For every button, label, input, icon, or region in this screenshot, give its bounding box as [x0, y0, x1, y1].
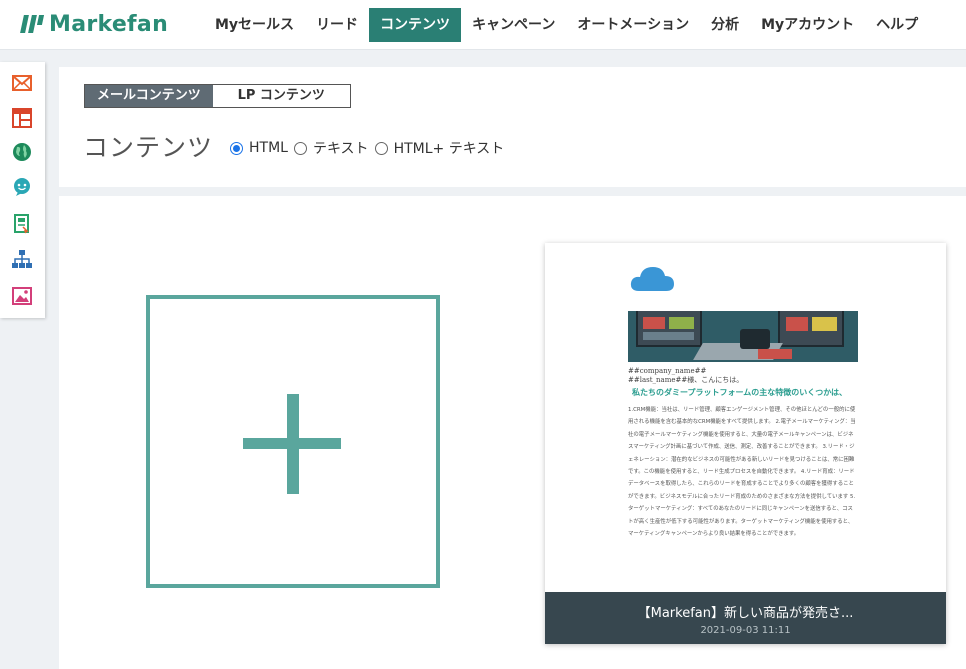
- content-type-rail: [0, 62, 45, 318]
- radio-html-text-indicator[interactable]: [374, 141, 388, 155]
- globe-icon[interactable]: [11, 141, 33, 163]
- sitemap-icon[interactable]: [11, 248, 33, 270]
- radio-text-label: テキスト: [312, 141, 369, 157]
- radio-html-text[interactable]: HTML+ テキスト: [374, 138, 505, 158]
- content-header-panel: メールコンテンツ LP コンテンツ コンテンツ HTML テキスト HTML+ …: [59, 67, 966, 187]
- cloud-icon: [629, 263, 858, 297]
- layout-icon[interactable]: [11, 107, 33, 129]
- nav-item-help[interactable]: ヘルプ: [865, 8, 929, 42]
- preview-heading: 私たちのダミープラットフォームの主な特徴のいくつかは、: [632, 388, 847, 397]
- radio-text-indicator[interactable]: [293, 141, 307, 155]
- radio-text[interactable]: テキスト: [293, 138, 369, 158]
- top-navigation-bar: Markefan Myセールス リード コンテンツ キャンペーン オートメーショ…: [0, 0, 966, 50]
- card-date: 2021-09-03 11:11: [700, 625, 791, 636]
- radio-html-text-label: HTML+ テキスト: [393, 141, 505, 157]
- radio-html-label: HTML: [249, 140, 288, 156]
- add-content-tile[interactable]: [146, 295, 440, 588]
- main-menu: Myセールス リード コンテンツ キャンペーン オートメーション 分析 Myアカ…: [204, 8, 929, 42]
- content-card[interactable]: ##company_name## ##last_name##様、こんにちは。 私…: [545, 243, 946, 644]
- nav-item-leads[interactable]: リード: [305, 8, 369, 42]
- image-icon[interactable]: [11, 285, 33, 307]
- nav-item-analytics[interactable]: 分析: [700, 8, 750, 42]
- card-title: 【Markefan】新しい商品が発売さ...: [637, 606, 854, 621]
- mail-icon[interactable]: [11, 72, 33, 94]
- chat-icon[interactable]: [11, 176, 33, 198]
- nav-item-contents[interactable]: コンテンツ: [369, 8, 462, 42]
- radio-html[interactable]: HTML: [230, 140, 288, 156]
- nav-item-my-account[interactable]: Myアカウント: [750, 8, 865, 42]
- content-type-tabs: メールコンテンツ LP コンテンツ: [84, 84, 351, 108]
- radio-html-indicator[interactable]: [230, 141, 243, 155]
- preview-greeting: ##last_name##様、こんにちは。: [628, 376, 744, 384]
- tab-lp-contents[interactable]: LP コンテンツ: [212, 85, 350, 107]
- nav-item-automation[interactable]: オートメーション: [566, 8, 700, 42]
- preview-hero-image: [628, 311, 858, 362]
- plus-icon-vertical: [287, 394, 299, 494]
- nav-item-my-sales[interactable]: Myセールス: [204, 8, 305, 42]
- nav-item-campaign[interactable]: キャンペーン: [461, 8, 566, 42]
- markefan-logo[interactable]: Markefan: [20, 9, 169, 39]
- preview-company-line: ##company_name##: [628, 367, 707, 375]
- format-radio-group: HTML テキスト HTML+ テキスト: [230, 138, 510, 158]
- tab-mail-contents[interactable]: メールコンテンツ: [85, 85, 213, 107]
- logo-mark-icon: [20, 15, 45, 33]
- card-footer: 【Markefan】新しい商品が発売さ... 2021-09-03 11:11: [545, 592, 946, 644]
- preview-body: 1.CRM機能：当社は、リード管理、顧客エンゲージメント管理、その他ほとんどの一…: [628, 407, 856, 538]
- landing-page-icon[interactable]: [11, 213, 33, 235]
- brand-name: Markefan: [49, 11, 169, 37]
- email-preview: ##company_name## ##last_name##様、こんにちは。 私…: [628, 263, 858, 540]
- page-title: コンテンツ: [83, 133, 214, 162]
